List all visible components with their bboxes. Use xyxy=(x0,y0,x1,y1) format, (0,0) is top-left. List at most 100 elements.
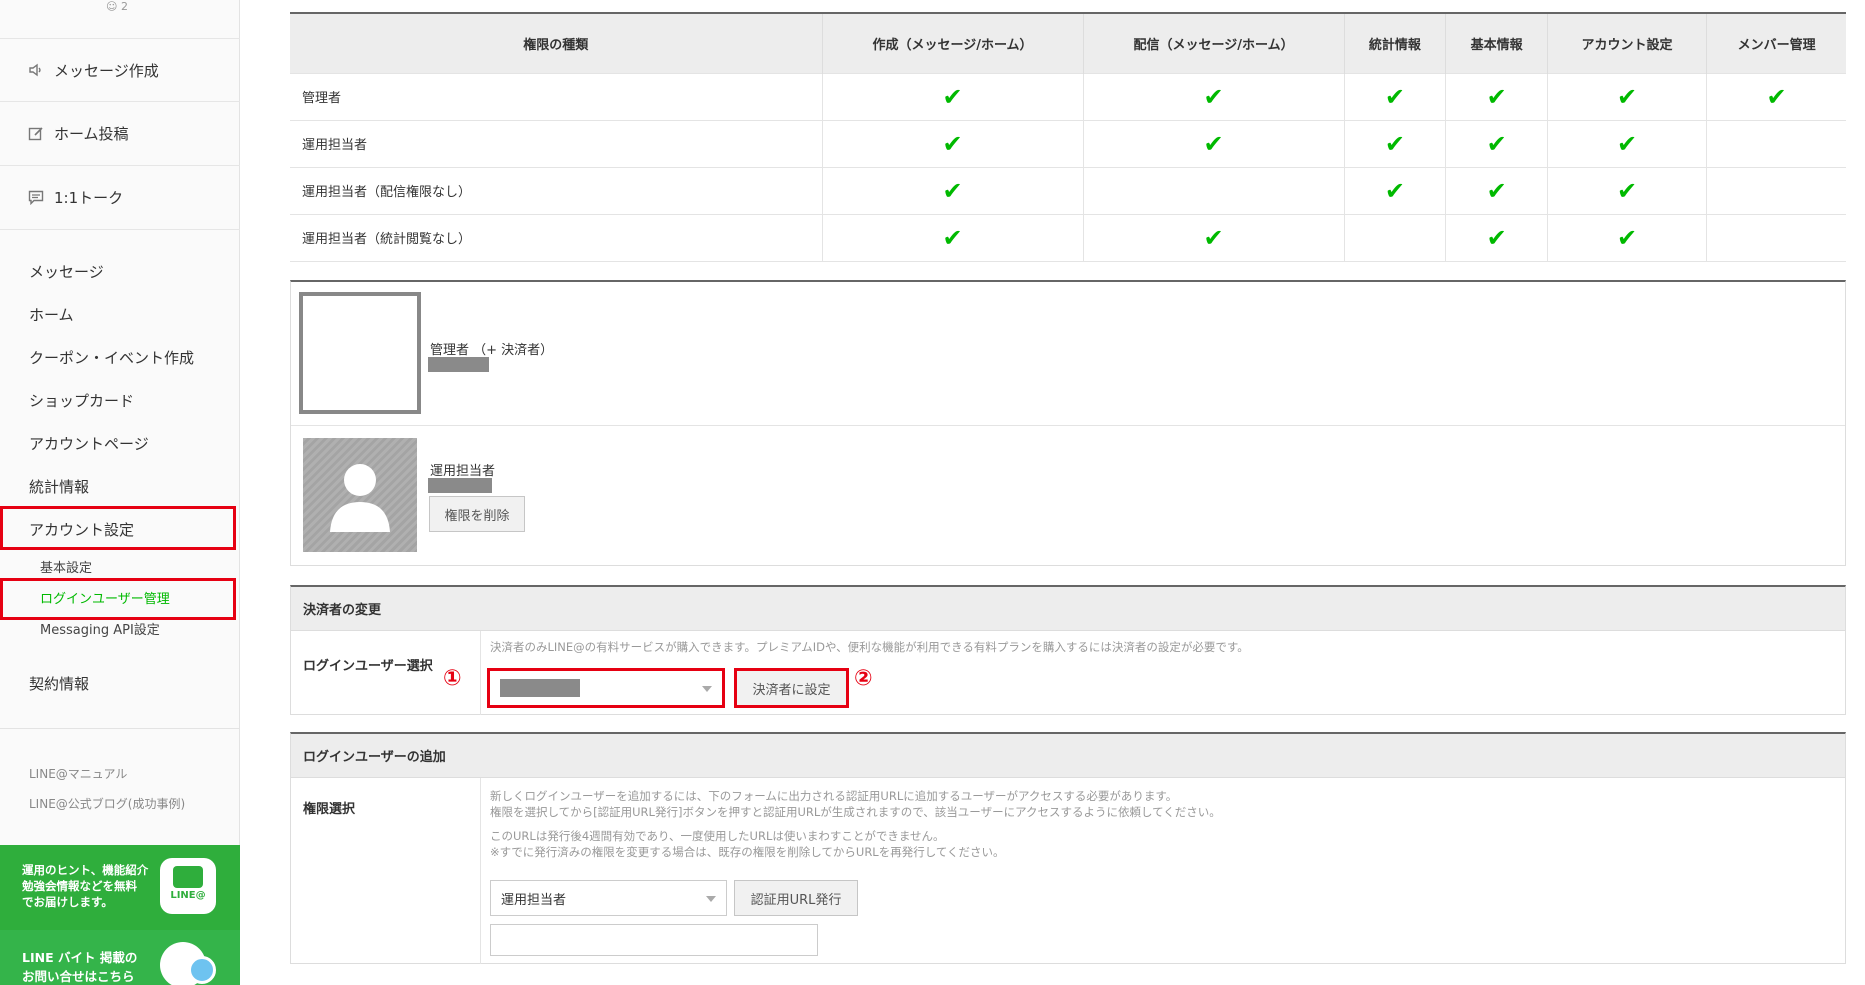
chevron-down-icon xyxy=(702,686,712,692)
avatar xyxy=(303,438,417,552)
role-select[interactable]: 運用担当者 xyxy=(490,880,727,916)
line-at-logo: LINE@ xyxy=(160,858,216,914)
permission-cell: ✔ xyxy=(1546,72,1707,120)
sidebar-divider xyxy=(0,728,240,729)
permissions-table: 権限の種類 作成（メッセージ/ホーム） 配信（メッセージ/ホーム） 統計情報 基… xyxy=(290,12,1846,262)
permission-cell xyxy=(1706,119,1846,167)
newsletter-banner[interactable]: 運用のヒント、機能紹介 勉強会情報などを無料 でお届けします。 LINE@ xyxy=(0,845,240,930)
permission-cell xyxy=(1706,166,1846,214)
check-icon: ✔ xyxy=(1617,129,1638,158)
permission-row: 運用担当者（統計閲覧なし） ✔ ✔ ✔ ✔ xyxy=(290,213,1846,262)
payer-change-section: 決済者の変更 ログインユーザー選択 決済者のみLINE@の有料サービスが購入でき… xyxy=(290,585,1846,715)
quick-talk[interactable]: 1:1トーク xyxy=(0,166,240,230)
permission-role: 運用担当者（配信権限なし） xyxy=(290,166,822,214)
remove-permission-button[interactable]: 権限を削除 xyxy=(429,496,525,532)
member-row-operator: 運用担当者 権限を削除 xyxy=(291,426,1845,566)
permission-role: 管理者 xyxy=(290,72,822,120)
permission-cell: ✔ xyxy=(1445,213,1548,262)
check-icon: ✔ xyxy=(1384,82,1405,111)
nav-message[interactable]: メッセージ xyxy=(29,261,104,282)
avatar xyxy=(299,292,421,414)
permission-cell: ✔ xyxy=(1445,166,1548,214)
subnav-messaging-api[interactable]: Messaging API設定 xyxy=(40,619,160,638)
person-silhouette-icon xyxy=(330,464,390,532)
add-user-note-2: 権限を選択してから[認証用URL発行]ボタンを押すと認証用URLが生成されますの… xyxy=(490,805,1221,819)
permission-cell: ✔ xyxy=(821,213,1084,262)
check-icon: ✔ xyxy=(1766,82,1787,111)
check-icon: ✔ xyxy=(942,82,963,111)
permission-cell: ✔ xyxy=(1706,72,1846,120)
nav-coupon[interactable]: クーポン・イベント作成 xyxy=(29,347,194,368)
permission-cell: ✔ xyxy=(1445,72,1548,120)
check-icon: ✔ xyxy=(1384,129,1405,158)
permission-cell: ✔ xyxy=(1546,166,1707,214)
permission-role: 運用担当者（統計閲覧なし） xyxy=(290,213,822,262)
add-user-note-1: 新しくログインユーザーを追加するには、下のフォームに出力される認証用URLに追加… xyxy=(490,789,1178,803)
permission-cell: ✔ xyxy=(821,119,1084,167)
permission-row: 管理者 ✔ ✔ ✔ ✔ ✔ ✔ xyxy=(290,72,1846,120)
check-icon: ✔ xyxy=(942,223,963,252)
check-icon: ✔ xyxy=(1617,82,1638,111)
issue-auth-url-button[interactable]: 認証用URL発行 xyxy=(734,880,858,916)
link-blog[interactable]: LINE@公式ブログ(成功事例) xyxy=(29,795,185,812)
permission-cell xyxy=(1343,213,1446,262)
check-icon: ✔ xyxy=(942,176,963,205)
edit-icon xyxy=(28,126,43,140)
section-title: 決済者の変更 xyxy=(291,587,1845,631)
quick-message-create[interactable]: メッセージ作成 xyxy=(0,38,240,102)
check-icon: ✔ xyxy=(1486,129,1507,158)
nav-shopcard[interactable]: ショップカード xyxy=(29,390,134,411)
chevron-down-icon xyxy=(706,896,716,902)
permission-cell xyxy=(1706,213,1846,262)
line-baito-banner[interactable]: LINE バイト 掲載の お問い合せはこちら xyxy=(0,930,240,985)
permission-cell xyxy=(1082,166,1345,214)
quick-home-post[interactable]: ホーム投稿 xyxy=(0,102,240,166)
permission-cell: ✔ xyxy=(1343,119,1446,167)
chat-icon xyxy=(28,190,44,205)
auth-url-field[interactable] xyxy=(490,924,818,956)
member-role: 運用担当者 xyxy=(430,464,496,479)
permission-row: 運用担当者（配信権限なし） ✔ ✔ ✔ ✔ xyxy=(290,166,1846,214)
permission-cell: ✔ xyxy=(1082,72,1345,120)
section-title: ログインユーザーの追加 xyxy=(291,734,1845,778)
set-payer-button[interactable]: 決済者に設定 xyxy=(734,668,849,708)
check-icon: ✔ xyxy=(1486,223,1507,252)
permission-cell: ✔ xyxy=(1343,72,1446,120)
member-row-admin: 管理者 （+ 決済者） xyxy=(291,282,1845,426)
user-count: ☺ 2 xyxy=(106,0,128,13)
col-header-account: アカウント設定 xyxy=(1546,12,1707,73)
permission-cell: ✔ xyxy=(821,166,1084,214)
permission-cell: ✔ xyxy=(1082,119,1345,167)
add-user-note-4: ※すでに発行済みの権限を変更する場合は、既存の権限を削除してからURLを再発行し… xyxy=(490,845,1005,859)
check-icon: ✔ xyxy=(1203,82,1224,111)
check-icon: ✔ xyxy=(1617,223,1638,252)
member-name-redacted xyxy=(428,478,492,493)
permission-cell: ✔ xyxy=(1546,213,1707,262)
nav-account-page[interactable]: アカウントページ xyxy=(29,433,149,454)
permission-row: 運用担当者 ✔ ✔ ✔ ✔ ✔ xyxy=(290,119,1846,167)
col-header-create: 作成（メッセージ/ホーム） xyxy=(821,12,1084,73)
col-header-type: 権限の種類 xyxy=(290,12,822,73)
members-list: 管理者 （+ 決済者） 運用担当者 権限を削除 xyxy=(290,280,1846,566)
check-icon: ✔ xyxy=(1617,176,1638,205)
speaker-icon xyxy=(29,63,41,77)
check-icon: ✔ xyxy=(1384,176,1405,205)
check-icon: ✔ xyxy=(1203,129,1224,158)
add-user-note-3: このURLは発行後4週間有効であり、一度使用したURLは使いまわすことができませ… xyxy=(490,829,945,843)
step-marker-1: ① xyxy=(443,666,462,691)
col-header-deliver: 配信（メッセージ/ホーム） xyxy=(1082,12,1345,73)
subnav-basic[interactable]: 基本設定 xyxy=(40,557,92,576)
payer-note: 決済者のみLINE@の有料サービスが購入できます。プレミアムIDや、便利な機能が… xyxy=(490,640,1249,654)
nav-contract[interactable]: 契約情報 xyxy=(29,673,89,694)
nav-home[interactable]: ホーム xyxy=(29,304,74,325)
link-manual[interactable]: LINE@マニュアル xyxy=(29,765,127,782)
nav-stats[interactable]: 統計情報 xyxy=(29,476,89,497)
selected-user-redacted xyxy=(500,679,580,697)
check-icon: ✔ xyxy=(942,129,963,158)
highlight-account-settings xyxy=(0,506,236,550)
permission-cell: ✔ xyxy=(1546,119,1707,167)
permission-cell: ✔ xyxy=(1445,119,1548,167)
graduation-cap-icon xyxy=(173,866,203,888)
member-name-redacted xyxy=(428,357,489,372)
login-user-select[interactable] xyxy=(487,668,725,708)
